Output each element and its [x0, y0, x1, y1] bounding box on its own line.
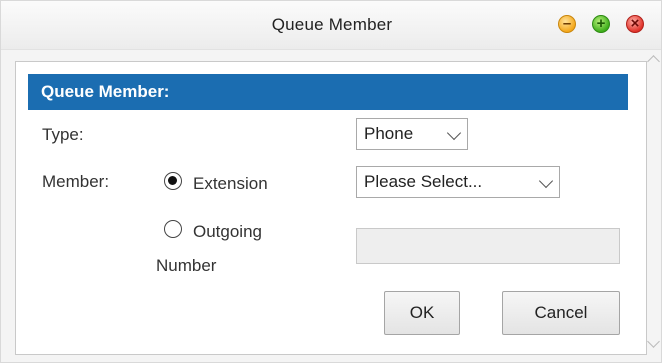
- type-select[interactable]: Phone: [356, 118, 468, 150]
- cancel-button[interactable]: Cancel: [502, 291, 620, 335]
- extension-select-value: Please Select...: [364, 172, 483, 191]
- scroll-down-icon[interactable]: [647, 335, 660, 348]
- maximize-icon[interactable]: +: [592, 15, 610, 33]
- chevron-down-icon: [446, 125, 462, 141]
- outgoing-number-input[interactable]: [356, 228, 620, 264]
- extension-select[interactable]: Please Select...: [356, 166, 560, 198]
- extension-radio[interactable]: [164, 172, 182, 190]
- chevron-down-icon: [538, 173, 554, 189]
- outgoing-number-radio[interactable]: [164, 220, 182, 238]
- section-header: Queue Member:: [28, 74, 628, 110]
- minimize-icon[interactable]: –: [558, 15, 576, 33]
- queue-member-window: Queue Member – + × Queue Member: Type: P…: [0, 0, 662, 363]
- member-label: Member:: [42, 172, 110, 191]
- close-icon[interactable]: ×: [626, 15, 644, 33]
- title-bar[interactable]: Queue Member – + ×: [1, 1, 661, 50]
- close-glyph: ×: [630, 14, 640, 32]
- ok-button[interactable]: OK: [384, 291, 460, 335]
- minimize-glyph: –: [562, 14, 572, 32]
- outgoing-option-label[interactable]: Outgoing: [193, 222, 262, 242]
- type-label: Type:: [42, 125, 84, 144]
- type-select-value: Phone: [364, 124, 414, 143]
- maximize-glyph: +: [596, 14, 606, 32]
- queue-member-form: Queue Member: Type: Phone Member: Extens…: [15, 61, 647, 355]
- outgoing-option-label-line2[interactable]: Number: [156, 256, 216, 276]
- scroll-up-icon[interactable]: [647, 55, 660, 68]
- extension-option-label[interactable]: Extension: [193, 174, 268, 194]
